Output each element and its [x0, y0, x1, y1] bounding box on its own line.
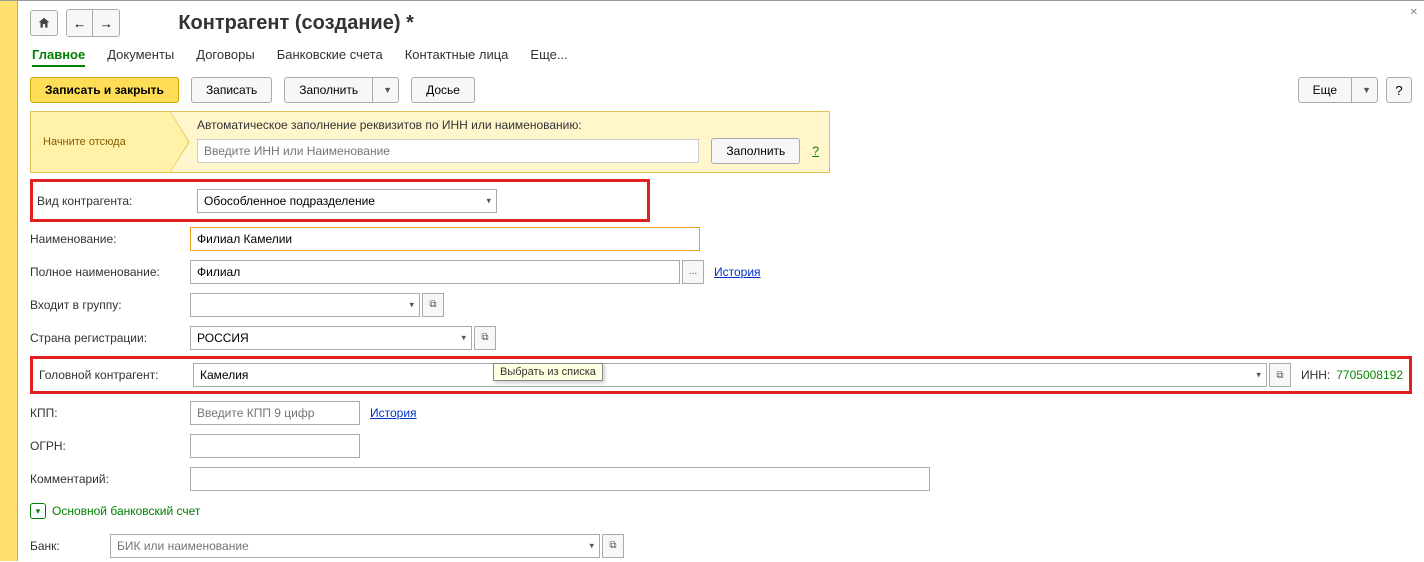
name-label: Наименование: — [30, 232, 190, 246]
fullname-input[interactable] — [190, 260, 680, 284]
name-input[interactable] — [190, 227, 700, 251]
save-button[interactable]: Записать — [191, 77, 272, 103]
help-icon: ? — [1395, 83, 1402, 98]
group-open-button[interactable]: ⧉ — [422, 293, 444, 317]
tab-contracts[interactable]: Договоры — [196, 47, 254, 67]
dossier-button[interactable]: Досье — [411, 77, 475, 103]
kpp-input[interactable] — [190, 401, 360, 425]
comment-label: Комментарий: — [30, 472, 190, 486]
comment-input[interactable] — [190, 467, 930, 491]
close-icon[interactable]: ✕ — [1410, 7, 1418, 18]
group-select[interactable] — [190, 293, 420, 317]
caret-down-icon: ▼ — [383, 85, 392, 95]
kind-select[interactable] — [197, 189, 497, 213]
autofill-button[interactable]: Заполнить — [711, 138, 800, 164]
inn-value: 7705008192 — [1336, 368, 1403, 382]
more-button[interactable]: Еще — [1298, 77, 1352, 103]
page-title: Контрагент (создание) * — [178, 12, 414, 35]
left-accent-bar — [0, 1, 18, 561]
chevron-down-icon: ▾ — [30, 503, 46, 519]
arrow-right-icon: → — [100, 16, 113, 31]
fill-dropdown-button[interactable]: ▼ — [373, 77, 399, 103]
head-select-tooltip: Выбрать из списка — [493, 363, 603, 381]
autofill-hint: Автоматическое заполнение реквизитов по … — [197, 118, 819, 132]
kpp-history-link[interactable]: История — [370, 406, 417, 420]
start-here-arrow: Начните отсюда — [30, 111, 170, 173]
tab-more[interactable]: Еще... — [530, 47, 567, 67]
head-highlight: Головной контрагент: ⧉ ИНН: 7705008192 В… — [30, 356, 1412, 394]
caret-down-icon: ▼ — [1362, 85, 1371, 95]
country-select[interactable] — [190, 326, 472, 350]
bank-section-toggle[interactable]: ▾ Основной банковский счет — [30, 503, 1412, 519]
bank-open-button[interactable]: ⧉ — [602, 534, 624, 558]
tab-main[interactable]: Главное — [32, 47, 85, 67]
ogrn-label: ОГРН: — [30, 439, 190, 453]
header-row: ← → Контрагент (создание) * — [30, 9, 1412, 37]
tab-documents[interactable]: Документы — [107, 47, 174, 67]
kind-highlight: Вид контрагента: — [30, 179, 650, 222]
head-label: Головной контрагент: — [39, 368, 193, 382]
tab-bar: Главное Документы Договоры Банковские сч… — [30, 47, 1412, 67]
head-select[interactable] — [193, 363, 1267, 387]
back-button[interactable]: ← — [67, 10, 93, 36]
home-button[interactable] — [30, 10, 58, 36]
arrow-left-icon: ← — [73, 16, 86, 31]
inn-label: ИНН: — [1301, 368, 1330, 382]
autofill-help-link[interactable]: ? — [812, 144, 819, 158]
home-icon — [37, 16, 51, 30]
start-here-panel: Начните отсюда Автоматическое заполнение… — [30, 111, 830, 173]
bank-label: Банк: — [30, 539, 110, 553]
bank-section-title: Основной банковский счет — [52, 504, 200, 518]
ogrn-input[interactable] — [190, 434, 360, 458]
bank-input[interactable] — [110, 534, 600, 558]
more-dropdown-button[interactable]: ▼ — [1352, 77, 1378, 103]
tab-contacts[interactable]: Контактные лица — [405, 47, 509, 67]
group-label: Входит в группу: — [30, 298, 190, 312]
toolbar: Записать и закрыть Записать Заполнить ▼ … — [30, 77, 1412, 103]
save-close-button[interactable]: Записать и закрыть — [30, 77, 179, 103]
start-here-label: Начните отсюда — [43, 136, 126, 148]
fill-button[interactable]: Заполнить — [284, 77, 373, 103]
fullname-open-button[interactable]: ... — [682, 260, 704, 284]
head-open-button[interactable]: ⧉ — [1269, 363, 1291, 387]
kpp-label: КПП: — [30, 406, 190, 420]
forward-button[interactable]: → — [93, 10, 119, 36]
help-button[interactable]: ? — [1386, 77, 1412, 103]
fullname-label: Полное наименование: — [30, 265, 190, 279]
kind-label: Вид контрагента: — [37, 194, 197, 208]
country-open-button[interactable]: ⧉ — [474, 326, 496, 350]
fullname-history-link[interactable]: История — [714, 265, 761, 279]
country-label: Страна регистрации: — [30, 331, 190, 345]
inn-name-input[interactable] — [197, 139, 699, 163]
tab-bank-accounts[interactable]: Банковские счета — [277, 47, 383, 67]
